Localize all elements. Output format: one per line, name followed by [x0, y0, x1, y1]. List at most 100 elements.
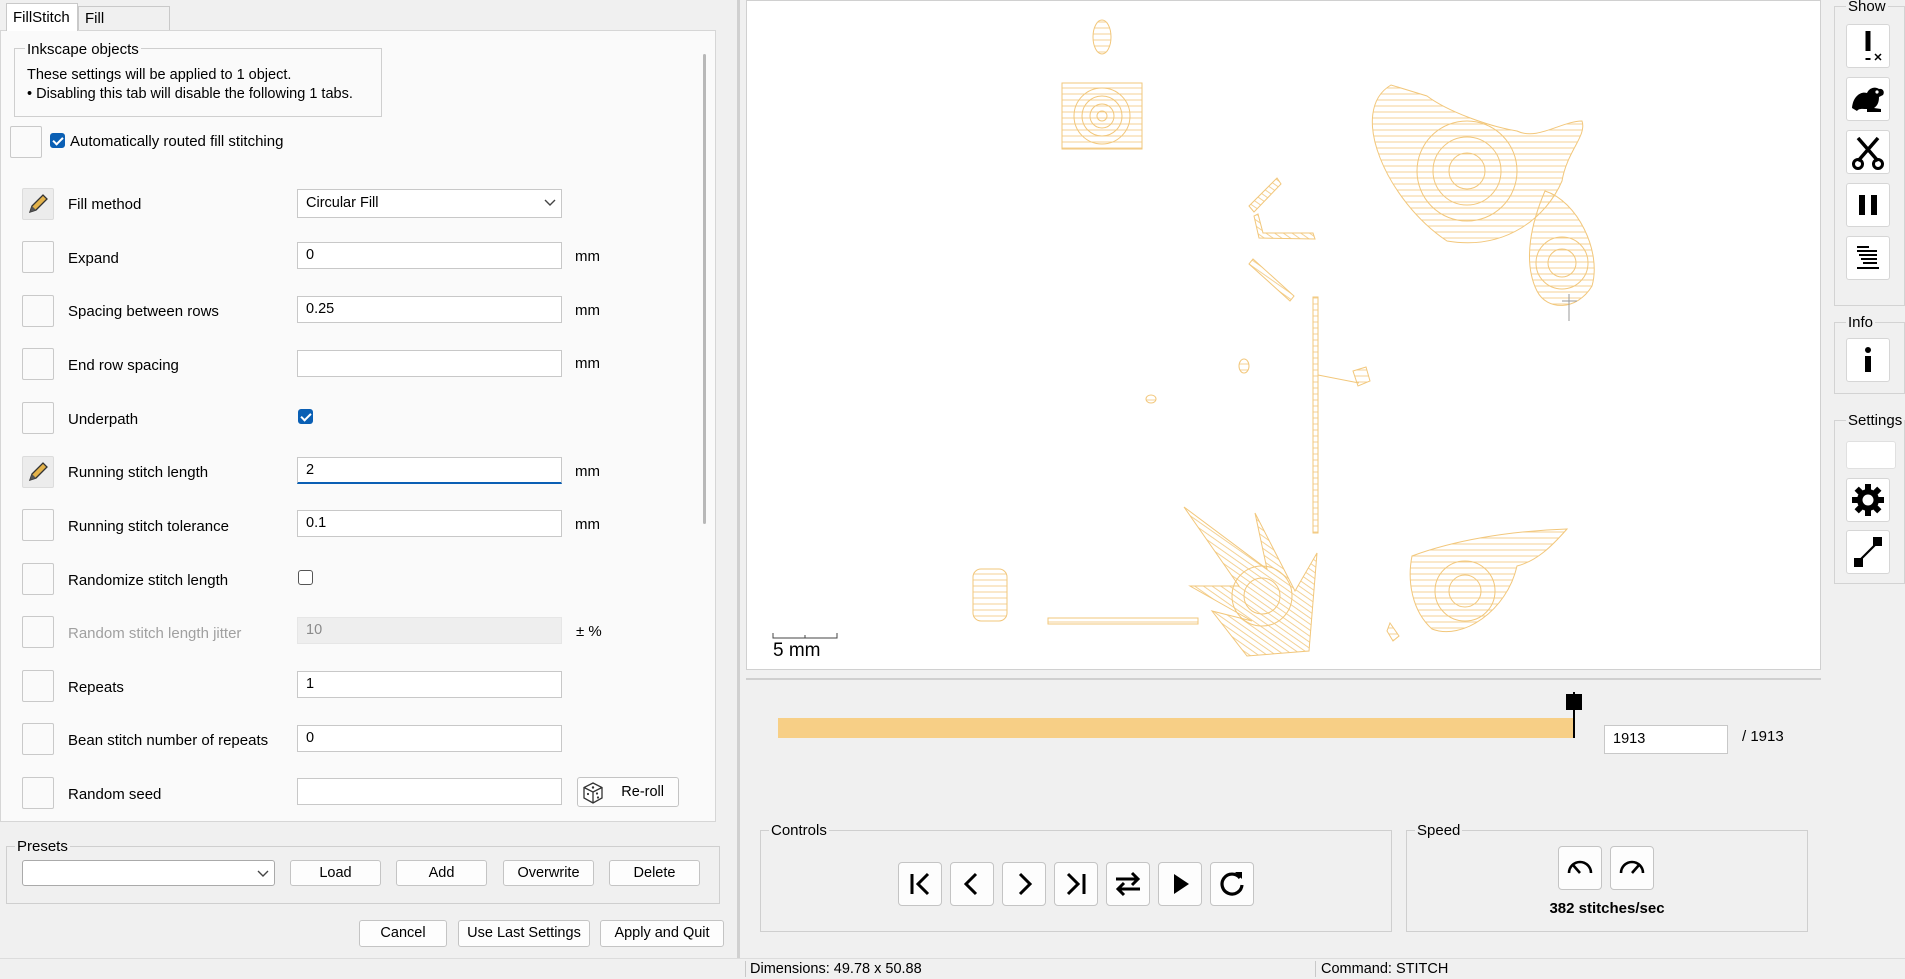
param-label: End row spacing [68, 357, 179, 374]
unit-label: mm [575, 248, 600, 265]
chevron-right-icon [1018, 872, 1033, 896]
refresh-icon [1220, 872, 1244, 896]
reroll-label: Re-roll [621, 784, 664, 800]
inkscape-objects-group: Inkscape objects These settings will be … [14, 41, 382, 117]
last-stitch-button[interactable] [1054, 862, 1098, 906]
scale-label: 5 mm [773, 640, 821, 661]
param-toggle[interactable] [22, 723, 54, 755]
param-pencil-toggle[interactable] [22, 456, 54, 488]
toggle-errors-button[interactable] [1846, 24, 1890, 68]
skip-to-end-icon [1066, 872, 1086, 896]
scrollbar[interactable] [703, 54, 706, 524]
speed-slow-icon [1567, 860, 1593, 874]
tab-fill-underlay[interactable]: Fill Underlay [78, 6, 170, 51]
gear-icon [1852, 484, 1884, 516]
settings-panel: FillStitch Fill Underlay Inkscape object… [0, 0, 737, 978]
param-pencil-toggle[interactable] [22, 188, 54, 220]
slower-button[interactable] [1558, 846, 1602, 890]
param-toggle[interactable] [22, 563, 54, 595]
param-label: Randomize stitch length [68, 572, 229, 589]
fill-method-select[interactable]: Circular Fill [297, 189, 562, 218]
stitch-progress-track[interactable] [778, 718, 1574, 738]
param-label: Random stitch length jitter [68, 625, 242, 642]
status-separator [1315, 961, 1316, 977]
expand-input[interactable]: 0 [297, 242, 562, 269]
stitch-count-input[interactable]: 1913 [1604, 725, 1728, 754]
param-label: Repeats [68, 679, 124, 696]
status-dimensions: Dimensions: 49.78 x 50.88 [750, 961, 922, 977]
resize-arrow-icon [1854, 537, 1882, 567]
param-toggle[interactable] [10, 126, 42, 158]
speed-fast-icon [1619, 860, 1645, 874]
param-toggle[interactable] [22, 509, 54, 541]
toggle-stops-button[interactable] [1846, 183, 1890, 227]
info-icon [1865, 347, 1871, 372]
stitch-tolerance-input[interactable]: 0.1 [297, 510, 562, 537]
tab-fillstitch[interactable]: FillStitch [6, 3, 78, 31]
first-stitch-button[interactable] [898, 862, 942, 906]
random-seed-input[interactable] [297, 778, 562, 805]
presets-combo[interactable] [22, 860, 275, 886]
param-label: Running stitch tolerance [68, 518, 229, 535]
param-toggle[interactable] [22, 670, 54, 702]
next-stitch-button[interactable] [1002, 862, 1046, 906]
speed-readout: 382 stitches/sec [1549, 900, 1665, 917]
show-legend: Show [1846, 0, 1888, 15]
reroll-button[interactable]: Re-roll [577, 777, 679, 807]
dice-icon [583, 782, 603, 804]
group-legend: Inkscape objects [25, 41, 141, 58]
panel-splitter[interactable] [737, 0, 740, 978]
controls-legend: Controls [769, 822, 829, 839]
end-row-spacing-input[interactable] [297, 350, 562, 377]
delete-button[interactable]: Delete [609, 860, 700, 886]
unit-label: mm [575, 463, 600, 480]
settings-blank-button[interactable] [1846, 441, 1896, 469]
param-label: Bean stitch number of repeats [68, 732, 269, 749]
param-label: Fill method [68, 196, 142, 213]
direction-button[interactable] [1106, 862, 1150, 906]
param-toggle[interactable] [22, 241, 54, 273]
stop-icon [1859, 195, 1877, 215]
toggle-trims-button[interactable] [1846, 130, 1890, 174]
overwrite-button[interactable]: Overwrite [503, 860, 594, 886]
toggle-color-changes-button[interactable] [1846, 236, 1890, 280]
param-toggle[interactable] [22, 295, 54, 327]
chevron-down-icon [257, 870, 269, 877]
playback-area: 1913 / 1913 Controls Speed 382 stitches/… [746, 678, 1821, 950]
toggle-page-button[interactable] [1846, 530, 1890, 574]
unit-label: ± % [576, 623, 602, 640]
param-toggle[interactable] [22, 616, 54, 648]
auto-fill-checkbox[interactable] [50, 133, 65, 148]
settings-button[interactable] [1846, 478, 1890, 522]
play-icon [1174, 874, 1189, 894]
jump-icon [1852, 87, 1884, 112]
toggle-jumps-button[interactable] [1846, 77, 1890, 121]
slider-handle[interactable] [1566, 694, 1582, 710]
repeats-input[interactable]: 1 [297, 671, 562, 698]
unit-label: mm [575, 355, 600, 372]
underpath-checkbox[interactable] [298, 409, 313, 424]
param-label: Running stitch length [68, 464, 209, 481]
info-button[interactable] [1846, 338, 1890, 382]
play-button[interactable] [1158, 862, 1202, 906]
restart-button[interactable] [1210, 862, 1254, 906]
randomize-checkbox[interactable] [298, 570, 313, 585]
stitch-preview-canvas[interactable]: 5 mm [746, 0, 1821, 670]
cancel-button[interactable]: Cancel [359, 920, 447, 947]
param-toggle[interactable] [22, 402, 54, 434]
stitch-total: / 1913 [1742, 728, 1784, 745]
color-change-icon [1857, 246, 1879, 269]
faster-button[interactable] [1610, 846, 1654, 890]
param-toggle[interactable] [22, 348, 54, 380]
apply-and-quit-button[interactable]: Apply and Quit [600, 920, 724, 947]
add-button[interactable]: Add [396, 860, 487, 886]
running-stitch-length-input[interactable]: 2 [297, 457, 562, 484]
use-last-settings-button[interactable]: Use Last Settings [458, 920, 590, 947]
tool-strip: Show Info Settings [1830, 0, 1905, 978]
info-line: These settings will be applied to 1 obje… [27, 67, 292, 83]
bean-stitch-input[interactable]: 0 [297, 725, 562, 752]
param-toggle[interactable] [22, 777, 54, 809]
row-spacing-input[interactable]: 0.25 [297, 296, 562, 323]
load-button[interactable]: Load [290, 860, 381, 886]
previous-stitch-button[interactable] [950, 862, 994, 906]
